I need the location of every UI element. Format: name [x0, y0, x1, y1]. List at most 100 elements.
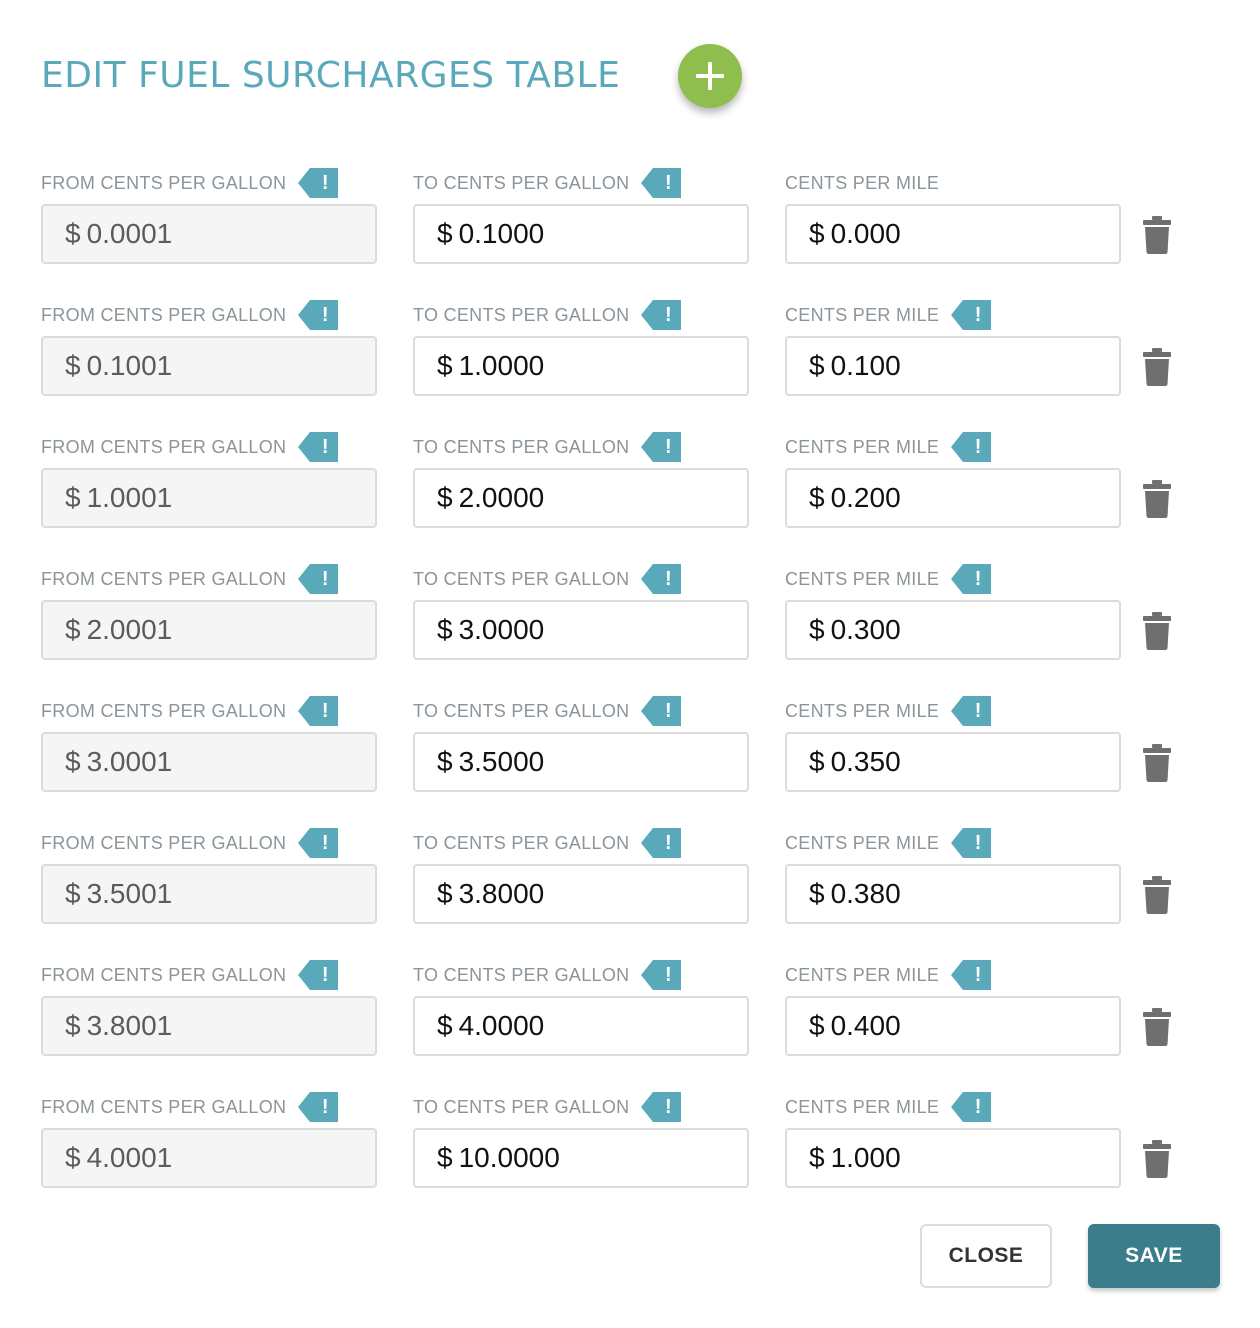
to-label-text: TO CENTS PER GALLON — [413, 172, 630, 193]
exclamation-tag-icon[interactable]: ! — [298, 696, 339, 726]
exclamation-tag-icon[interactable]: ! — [951, 300, 992, 330]
currency-symbol: $ — [65, 614, 81, 645]
cpm-input[interactable]: $0.400 — [785, 996, 1121, 1056]
exclamation-tag-icon[interactable]: ! — [951, 432, 992, 462]
to-input[interactable]: $1.0000 — [413, 336, 749, 396]
cpm-value: 0.380 — [830, 878, 901, 909]
warning-mark: ! — [321, 435, 329, 458]
to-label-text: TO CENTS PER GALLON — [413, 436, 630, 457]
from-label-text: FROM CENTS PER GALLON — [41, 832, 287, 853]
exclamation-tag-icon[interactable]: ! — [641, 1092, 682, 1122]
trash-icon[interactable] — [1142, 744, 1172, 782]
from-label-text: FROM CENTS PER GALLON — [41, 1096, 287, 1117]
currency-symbol: $ — [65, 746, 81, 777]
from-label-text: FROM CENTS PER GALLON — [41, 172, 287, 193]
cpm-input[interactable]: $1.000 — [785, 1128, 1121, 1188]
exclamation-tag-icon[interactable]: ! — [641, 432, 682, 462]
warning-mark: ! — [974, 567, 982, 590]
cpm-input[interactable]: $0.200 — [785, 468, 1121, 528]
to-label-text: TO CENTS PER GALLON — [413, 700, 630, 721]
warning-mark: ! — [664, 963, 672, 986]
currency-symbol: $ — [809, 614, 825, 645]
to-label-text: TO CENTS PER GALLON — [413, 964, 630, 985]
from-label: FROM CENTS PER GALLON! — [41, 168, 339, 198]
exclamation-tag-icon[interactable]: ! — [298, 564, 339, 594]
cpm-label: CENTS PER MILE! — [785, 828, 992, 858]
warning-mark: ! — [321, 963, 329, 986]
to-input[interactable]: $0.1000 — [413, 204, 749, 264]
save-button[interactable]: SAVE — [1088, 1224, 1220, 1288]
currency-symbol: $ — [809, 350, 825, 381]
cpm-value: 0.100 — [830, 350, 901, 381]
plus-icon — [696, 62, 724, 90]
exclamation-tag-icon[interactable]: ! — [298, 960, 339, 990]
to-label: TO CENTS PER GALLON! — [413, 432, 682, 462]
trash-icon[interactable] — [1142, 348, 1172, 386]
exclamation-tag-icon[interactable]: ! — [641, 564, 682, 594]
warning-mark: ! — [664, 303, 672, 326]
exclamation-tag-icon[interactable]: ! — [641, 828, 682, 858]
to-label: TO CENTS PER GALLON! — [413, 960, 682, 990]
exclamation-tag-icon[interactable]: ! — [951, 960, 992, 990]
to-value: 2.0000 — [458, 482, 545, 513]
trash-icon[interactable] — [1142, 480, 1172, 518]
table-row: FROM CENTS PER GALLON! $1.0001 TO CENTS PE… — [0, 432, 1260, 564]
exclamation-tag-icon[interactable]: ! — [298, 828, 339, 858]
cpm-input[interactable]: $0.300 — [785, 600, 1121, 660]
trash-icon[interactable] — [1142, 1008, 1172, 1046]
warning-mark: ! — [974, 831, 982, 854]
exclamation-tag-icon[interactable]: ! — [641, 960, 682, 990]
cpm-value: 0.400 — [830, 1010, 901, 1041]
exclamation-tag-icon[interactable]: ! — [298, 432, 339, 462]
exclamation-tag-icon[interactable]: ! — [298, 300, 339, 330]
table-row: FROM CENTS PER GALLON! $0.1001 TO CENTS PE… — [0, 300, 1260, 432]
cpm-input[interactable]: $0.350 — [785, 732, 1121, 792]
to-input[interactable]: $3.5000 — [413, 732, 749, 792]
to-input[interactable]: $3.8000 — [413, 864, 749, 924]
cpm-label-text: CENTS PER MILE — [785, 304, 940, 325]
to-value: 3.5000 — [458, 746, 545, 777]
currency-symbol: $ — [809, 1142, 825, 1173]
cpm-input[interactable]: $0.100 — [785, 336, 1121, 396]
from-input: $2.0001 — [41, 600, 377, 660]
from-label: FROM CENTS PER GALLON! — [41, 828, 339, 858]
from-input: $3.0001 — [41, 732, 377, 792]
currency-symbol: $ — [437, 614, 453, 645]
close-button[interactable]: CLOSE — [920, 1224, 1052, 1288]
from-label: FROM CENTS PER GALLON! — [41, 696, 339, 726]
add-row-button[interactable] — [678, 44, 742, 108]
exclamation-tag-icon[interactable]: ! — [298, 1092, 339, 1122]
cpm-label: CENTS PER MILE! — [785, 960, 992, 990]
trash-icon[interactable] — [1142, 876, 1172, 914]
exclamation-tag-icon[interactable]: ! — [951, 564, 992, 594]
exclamation-tag-icon[interactable]: ! — [298, 168, 339, 198]
from-label: FROM CENTS PER GALLON! — [41, 1092, 339, 1122]
to-label: TO CENTS PER GALLON! — [413, 696, 682, 726]
to-input[interactable]: $3.0000 — [413, 600, 749, 660]
exclamation-tag-icon[interactable]: ! — [641, 696, 682, 726]
warning-mark: ! — [664, 435, 672, 458]
exclamation-tag-icon[interactable]: ! — [641, 168, 682, 198]
to-label-text: TO CENTS PER GALLON — [413, 1096, 630, 1117]
cpm-input[interactable]: $0.380 — [785, 864, 1121, 924]
trash-icon[interactable] — [1142, 612, 1172, 650]
from-value: 2.0001 — [86, 614, 173, 645]
to-label-text: TO CENTS PER GALLON — [413, 832, 630, 853]
warning-mark: ! — [321, 171, 329, 194]
to-input[interactable]: $4.0000 — [413, 996, 749, 1056]
to-label: TO CENTS PER GALLON! — [413, 168, 682, 198]
trash-icon[interactable] — [1142, 1140, 1172, 1178]
currency-symbol: $ — [437, 482, 453, 513]
exclamation-tag-icon[interactable]: ! — [641, 300, 682, 330]
exclamation-tag-icon[interactable]: ! — [951, 696, 992, 726]
warning-mark: ! — [664, 567, 672, 590]
from-value: 0.0001 — [86, 218, 173, 249]
exclamation-tag-icon[interactable]: ! — [951, 828, 992, 858]
trash-icon[interactable] — [1142, 216, 1172, 254]
to-input[interactable]: $10.0000 — [413, 1128, 749, 1188]
to-input[interactable]: $2.0000 — [413, 468, 749, 528]
currency-symbol: $ — [437, 878, 453, 909]
exclamation-tag-icon[interactable]: ! — [951, 1092, 992, 1122]
cpm-input[interactable]: $0.000 — [785, 204, 1121, 264]
to-value: 3.0000 — [458, 614, 545, 645]
